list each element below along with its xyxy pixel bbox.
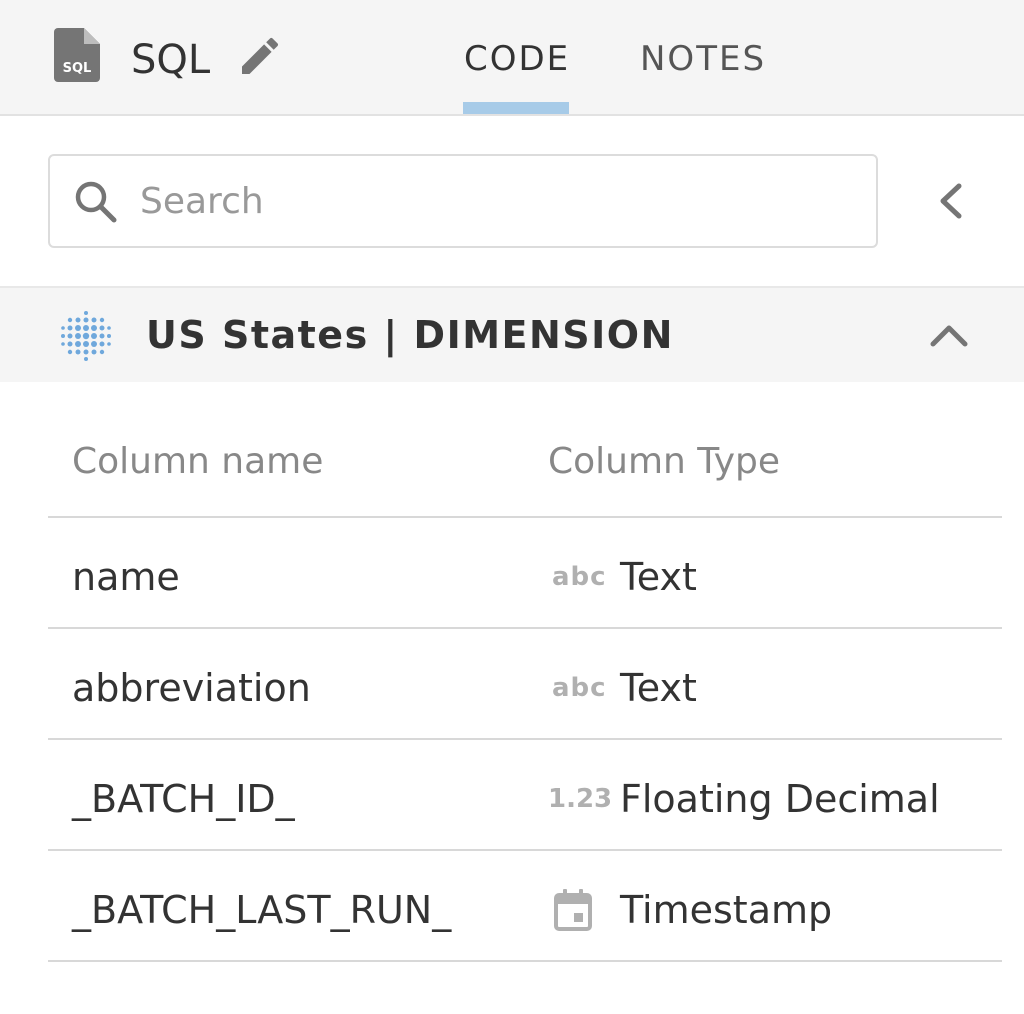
table-row[interactable]: name abc Text [48,518,1002,629]
column-type-cell: 1.23 Floating Decimal [548,776,940,822]
column-type-label: Text [620,666,697,710]
dataset-section-header[interactable]: US States | DIMENSION [0,286,1024,382]
column-type-label: Text [620,555,697,599]
column-type-cell: Timestamp [548,887,832,933]
chevron-up-icon[interactable] [922,310,976,360]
search-input[interactable] [140,174,840,228]
column-type-header: Column Type [548,441,780,482]
pencil-icon[interactable] [236,32,284,80]
column-name-cell: name [72,555,180,599]
sql-file-icon-text: SQL [63,61,92,76]
editor-header: SQL SQL CODE NOTES [0,0,1024,116]
file-title: SQL [131,37,211,83]
table-row[interactable]: _BATCH_ID_ 1.23 Floating Decimal [48,740,1002,851]
abc-text-icon: abc [552,562,607,592]
tab-code[interactable]: CODE [464,38,570,80]
table-header-row: Column name Column Type [48,408,1002,518]
chevron-left-icon[interactable] [926,174,976,228]
columns-table: Column name Column Type name abc Text ab… [48,408,1002,962]
column-type-label: Floating Decimal [620,777,940,821]
column-type-cell: abc Text [548,665,697,711]
column-name-cell: _BATCH_ID_ [72,777,295,821]
column-name-cell: _BATCH_LAST_RUN_ [72,888,452,932]
column-name-header: Column name [72,441,324,482]
dimension-dots-icon [61,311,111,361]
table-row[interactable]: _BATCH_LAST_RUN_ Timestamp [48,851,1002,962]
column-type-label: Timestamp [620,888,833,932]
table-row[interactable]: abbreviation abc Text [48,629,1002,740]
active-tab-indicator [463,102,569,114]
column-name-cell: abbreviation [72,666,311,710]
column-type-cell: abc Text [548,554,697,600]
sql-file-icon: SQL [54,28,100,82]
dataset-title: US States | DIMENSION [146,313,674,357]
abc-text-icon: abc [552,673,607,703]
decimal-number-icon: 1.23 [548,784,613,814]
search-box [48,154,878,248]
calendar-icon [548,887,610,933]
tab-notes[interactable]: NOTES [640,38,766,80]
search-icon [75,181,117,223]
